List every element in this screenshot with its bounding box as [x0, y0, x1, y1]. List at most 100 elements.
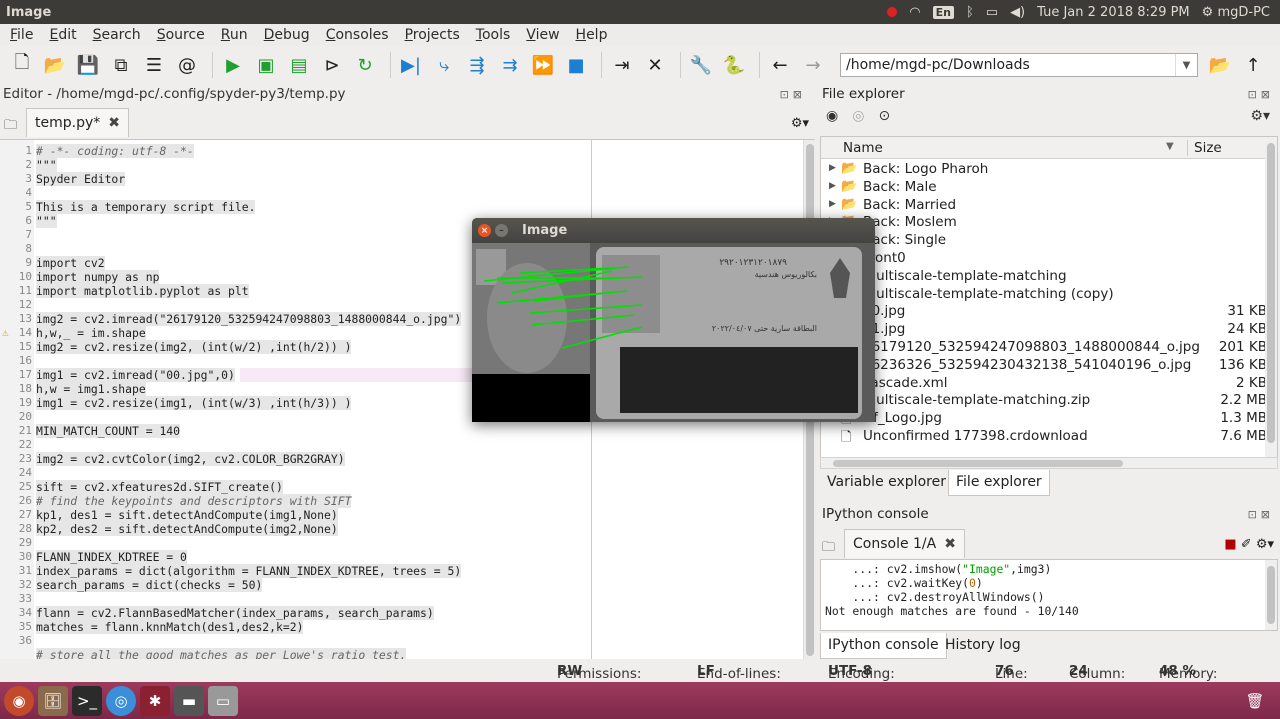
- expand-arrow-icon[interactable]: ▶: [829, 181, 836, 191]
- step-icon[interactable]: ⤷: [430, 51, 458, 79]
- menu-debug[interactable]: Debug: [254, 27, 316, 43]
- scrollbar-thumb[interactable]: [1267, 143, 1275, 443]
- spyder-icon[interactable]: ✱: [140, 685, 170, 716]
- stop-kernel-icon[interactable]: ■: [1224, 537, 1236, 552]
- tab-ipython-console[interactable]: IPython console: [820, 633, 947, 659]
- folder-row[interactable]: ▶ 📂 Back: Married: [821, 197, 1271, 215]
- column-name[interactable]: Name: [843, 140, 883, 156]
- clock[interactable]: Tue Jan 2 2018 8:29 PM: [1037, 5, 1190, 20]
- run-icon[interactable]: ▶: [219, 51, 247, 79]
- ipython-console[interactable]: ...: cv2.imshow("Image",img3) ...: cv2.w…: [820, 559, 1278, 631]
- menu-file[interactable]: File: [0, 27, 39, 43]
- menu-view[interactable]: View: [516, 27, 565, 43]
- save-icon[interactable]: 💾: [74, 51, 102, 79]
- menu-edit[interactable]: Edit: [39, 27, 82, 43]
- python-path-icon[interactable]: 🐍: [720, 51, 748, 79]
- file-row[interactable]: 🗋Nf_Logo.jpg1.3 MB: [821, 410, 1271, 428]
- menu-search[interactable]: Search: [83, 27, 147, 43]
- image-window-titlebar[interactable]: × – Image: [472, 218, 875, 243]
- close-icon[interactable]: ×: [478, 224, 491, 237]
- step-return-icon[interactable]: ⇉: [496, 51, 524, 79]
- debug-icon[interactable]: ▶|: [397, 51, 425, 79]
- tab-file-explorer[interactable]: File explorer: [948, 470, 1050, 496]
- options-gear-icon[interactable]: ⚙▾: [1250, 108, 1270, 124]
- options-gear-icon[interactable]: ⚙▾: [791, 116, 809, 131]
- menu-help[interactable]: Help: [566, 27, 614, 43]
- run-selection-icon[interactable]: ⊳: [318, 51, 346, 79]
- open-folder-icon[interactable]: 📂: [41, 51, 69, 79]
- drive-icon[interactable]: ▭: [208, 685, 238, 716]
- back-arrow-icon[interactable]: ←: [766, 51, 794, 79]
- file-row[interactable]: 🗋 Unconfirmed 177398.crdownload 7.6 MB: [821, 428, 1271, 446]
- run-cell-advance-icon[interactable]: ▤: [285, 51, 313, 79]
- folder-row[interactable]: ▶ 📂 Back: Male: [821, 179, 1271, 197]
- at-icon[interactable]: @: [173, 51, 201, 79]
- menu-source[interactable]: Source: [147, 27, 211, 43]
- tab-history-log[interactable]: History log: [938, 633, 1028, 659]
- volume-icon[interactable]: ◀): [1010, 5, 1025, 20]
- forward-icon[interactable]: ◎: [852, 108, 864, 124]
- file-list-scrollbar[interactable]: [1265, 137, 1277, 457]
- terminal-icon[interactable]: >_: [72, 685, 102, 716]
- trash-icon[interactable]: 🗑: [1240, 686, 1270, 716]
- tab-temp-py[interactable]: temp.py* ✖: [26, 108, 129, 137]
- folder-row[interactable]: ▶📂multiscale-template-matching (copy): [821, 286, 1271, 304]
- scrollbar-thumb[interactable]: [1267, 566, 1275, 624]
- menu-tools[interactable]: Tools: [466, 27, 517, 43]
- clear-console-icon[interactable]: ✐: [1241, 537, 1252, 552]
- pane-buttons[interactable]: ⊡⊠: [780, 88, 806, 101]
- chrome-icon[interactable]: ◎: [106, 685, 136, 716]
- file-list-hscrollbar[interactable]: [820, 457, 1278, 469]
- menu-run[interactable]: Run: [211, 27, 254, 43]
- file-row[interactable]: 🗋cascade.xml2 KB: [821, 375, 1271, 393]
- pane-buttons[interactable]: ⊡⊠: [1248, 88, 1274, 101]
- menu-projects[interactable]: Projects: [395, 27, 466, 43]
- file-row[interactable]: 🗋26236326_532594230432138_541040196_o.jp…: [821, 357, 1271, 375]
- new-file-icon[interactable]: 🗋: [8, 51, 36, 79]
- stop-icon[interactable]: ■: [562, 51, 590, 79]
- wrench-icon[interactable]: 🔧: [687, 51, 715, 79]
- run-cell-icon[interactable]: ▣: [252, 51, 280, 79]
- bluetooth-icon[interactable]: ᛒ: [966, 5, 974, 20]
- up-icon[interactable]: ⊙: [878, 108, 890, 124]
- expand-arrow-icon[interactable]: ▶: [829, 199, 836, 209]
- rerun-icon[interactable]: ↻: [351, 51, 379, 79]
- user-menu[interactable]: ⚙ mgD-PC: [1202, 5, 1270, 20]
- files-icon[interactable]: 🗄: [38, 685, 68, 716]
- save-all-icon[interactable]: ⧉: [107, 51, 135, 79]
- console-scrollbar[interactable]: [1265, 560, 1277, 630]
- file-row[interactable]: 🗋01.jpg24 KB: [821, 321, 1271, 339]
- column-size[interactable]: Size: [1187, 140, 1222, 156]
- chevron-down-icon[interactable]: ▼: [1175, 54, 1197, 76]
- close-icon[interactable]: ✖: [108, 115, 120, 131]
- folder-row[interactable]: ▶📂Back: Moslem: [821, 214, 1271, 232]
- folder-row[interactable]: ▶📂Back: Single: [821, 232, 1271, 250]
- image-window[interactable]: × – Image ٢٩٢٠١٢٣١٢٠١٨٧٩ بكالوريوس هندسي…: [472, 218, 875, 422]
- file-row[interactable]: 🗋multiscale-template-matching.zip2.2 MB: [821, 392, 1271, 410]
- forward-arrow-icon[interactable]: →: [799, 51, 827, 79]
- folder-row[interactable]: ▶📂multiscale-template-matching: [821, 268, 1271, 286]
- battery-icon[interactable]: ▭: [986, 5, 998, 20]
- continue-icon[interactable]: ⏩: [529, 51, 557, 79]
- step-into-icon[interactable]: ⇶: [463, 51, 491, 79]
- file-list[interactable]: Name ▼ Size ▶ 📂 Back: Logo Pharoh ▶ 📂 Back: M…: [820, 136, 1278, 458]
- minimize-icon[interactable]: –: [495, 224, 508, 237]
- folder-row[interactable]: ▶📂Front0: [821, 250, 1271, 268]
- ubuntu-dash-icon[interactable]: ◉: [4, 685, 34, 716]
- browse-tabs-icon[interactable]: 🗀: [4, 116, 17, 138]
- image-window-icon[interactable]: ▬: [174, 685, 204, 716]
- close-icon[interactable]: ✖: [944, 536, 956, 552]
- expand-arrow-icon[interactable]: ▶: [829, 163, 836, 173]
- tab-console-1a[interactable]: Console 1/A ✖: [844, 529, 965, 558]
- list-icon[interactable]: ☰: [140, 51, 168, 79]
- scrollbar-thumb[interactable]: [833, 460, 1123, 467]
- recording-indicator-icon[interactable]: [887, 7, 898, 17]
- wifi-icon[interactable]: ◠: [909, 5, 920, 20]
- tab-variable-explorer[interactable]: Variable explorer: [820, 470, 953, 496]
- parent-directory-icon[interactable]: ↑: [1239, 51, 1267, 79]
- keyboard-language[interactable]: En: [932, 5, 954, 19]
- fullscreen-icon[interactable]: ✕: [641, 51, 669, 79]
- browse-folder-icon[interactable]: 📂: [1206, 51, 1234, 79]
- folder-row[interactable]: ▶ 📂 Back: Logo Pharoh: [821, 161, 1271, 179]
- file-row[interactable]: 🗋26179120_532594247098803_1488000844_o.j…: [821, 339, 1271, 357]
